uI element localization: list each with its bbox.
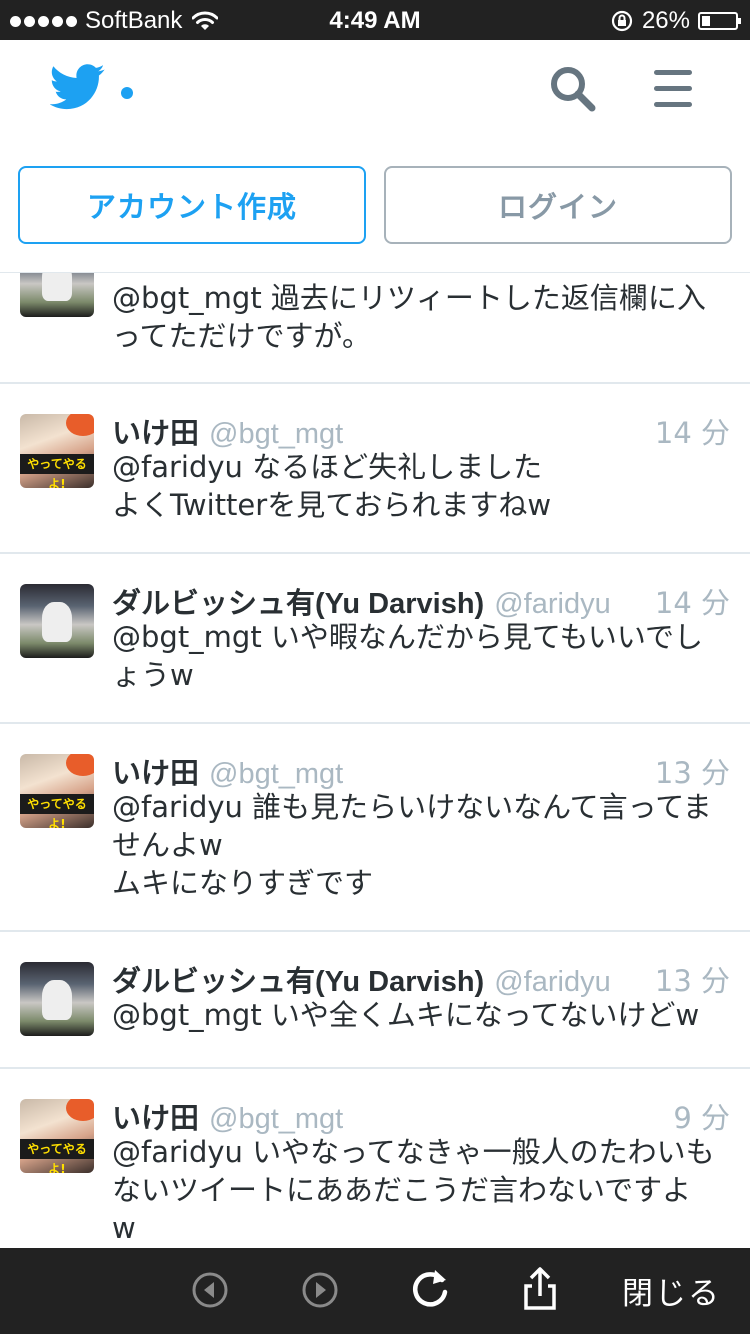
- browser-toolbar: 閉じる: [0, 1248, 750, 1334]
- tweet-header: いけ田 @bgt_mgt 9 分: [112, 1095, 730, 1137]
- battery-percent: 26%: [641, 7, 690, 34]
- back-arrow-icon[interactable]: [190, 1270, 230, 1310]
- avatar[interactable]: やってやるよ!: [20, 1099, 94, 1173]
- notification-dot: [121, 87, 133, 99]
- avatar[interactable]: [20, 584, 94, 658]
- reload-icon[interactable]: [408, 1266, 454, 1312]
- tweet-text: @faridyu 誰も見たらいけないなんて言ってま せんよw ムキになりすぎです: [112, 790, 712, 900]
- status-bar: SoftBank 4:49 AM 26%: [0, 0, 750, 40]
- tweet[interactable]: ダルビッシュ有(Yu Darvish) @faridyu 13 分 @bgt_mg…: [0, 932, 750, 1069]
- tweet[interactable]: やってやるよ! いけ田 @bgt_mgt 13 分 @faridyu 誰も見たらい…: [0, 724, 750, 932]
- tweet[interactable]: やってやるよ! いけ田 @bgt_mgt 14 分 @faridyu なるほど失礼…: [0, 384, 750, 554]
- author-name[interactable]: いけ田: [112, 758, 199, 790]
- search-icon[interactable]: [548, 64, 598, 114]
- author-handle[interactable]: @faridyu: [494, 966, 610, 998]
- signup-button[interactable]: アカウント作成: [18, 166, 366, 244]
- author-handle[interactable]: @bgt_mgt: [209, 1103, 343, 1135]
- tweet-header: ダルビッシュ有(Yu Darvish) @faridyu 14 分: [112, 580, 730, 622]
- author-name[interactable]: ダルビッシュ有(Yu Darvish): [112, 588, 484, 620]
- login-button[interactable]: ログイン: [384, 166, 732, 244]
- tweet-time: 13 分: [654, 756, 730, 790]
- tweet-text: @faridyu なるほど失礼しました よくTwitterを見ておられますねw: [112, 450, 552, 522]
- twitter-header: [0, 40, 750, 150]
- tweet-header: いけ田 @bgt_mgt 14 分: [112, 410, 730, 452]
- tweet-time: 9 分: [673, 1101, 730, 1135]
- tweet-time: 14 分: [654, 586, 730, 620]
- tweet[interactable]: やってやるよ! いけ田 @bgt_mgt 9 分 @faridyu いやなってなき…: [0, 1069, 750, 1249]
- tweet-text: @faridyu いやなってなきゃ一般人のたわいも ないツイートにああだこうだ言…: [112, 1135, 715, 1245]
- avatar[interactable]: やってやるよ!: [20, 414, 94, 488]
- status-right: 26%: [610, 7, 741, 35]
- author-handle[interactable]: @bgt_mgt: [209, 758, 343, 790]
- tweet-header: ダルビッシュ有(Yu Darvish) @faridyu 13 分: [112, 958, 730, 1000]
- twitter-bird-icon[interactable]: [50, 64, 106, 110]
- hamburger-menu-icon[interactable]: [654, 70, 694, 108]
- author-name[interactable]: ダルビッシュ有(Yu Darvish): [112, 966, 484, 998]
- tweet-timeline[interactable]: @bgt_mgt 過去にリツィートした返信欄に入 ってただけですが。 やってやる…: [0, 272, 750, 1249]
- author-handle[interactable]: @bgt_mgt: [209, 418, 343, 450]
- avatar[interactable]: [20, 273, 94, 317]
- auth-buttons: アカウント作成 ログイン: [0, 166, 750, 246]
- forward-arrow-icon[interactable]: [300, 1270, 340, 1310]
- close-button[interactable]: 閉じる: [622, 1268, 721, 1313]
- author-handle[interactable]: @faridyu: [494, 588, 610, 620]
- tweet-time: 13 分: [654, 964, 730, 998]
- share-icon[interactable]: [520, 1266, 560, 1312]
- avatar[interactable]: やってやるよ!: [20, 754, 94, 828]
- tweet-time: 14 分: [654, 416, 730, 450]
- tweet[interactable]: ダルビッシュ有(Yu Darvish) @faridyu 14 分 @bgt_mg…: [0, 554, 750, 724]
- author-name[interactable]: いけ田: [112, 1103, 199, 1135]
- battery-icon: [698, 12, 741, 30]
- avatar[interactable]: [20, 962, 94, 1036]
- author-name[interactable]: いけ田: [112, 418, 199, 450]
- tweet-text: @bgt_mgt 過去にリツィートした返信欄に入 ってただけですが。: [112, 281, 706, 353]
- tweet[interactable]: @bgt_mgt 過去にリツィートした返信欄に入 ってただけですが。: [0, 273, 750, 384]
- battery-fill: [702, 16, 710, 26]
- tweet-text: @bgt_mgt いや暇なんだから見てもいいでし ょうw: [112, 620, 704, 692]
- tweet-text: @bgt_mgt いや全くムキになってないけどw: [112, 998, 700, 1032]
- rotation-lock-icon: [611, 10, 633, 32]
- tweet-header: いけ田 @bgt_mgt 13 分: [112, 750, 730, 792]
